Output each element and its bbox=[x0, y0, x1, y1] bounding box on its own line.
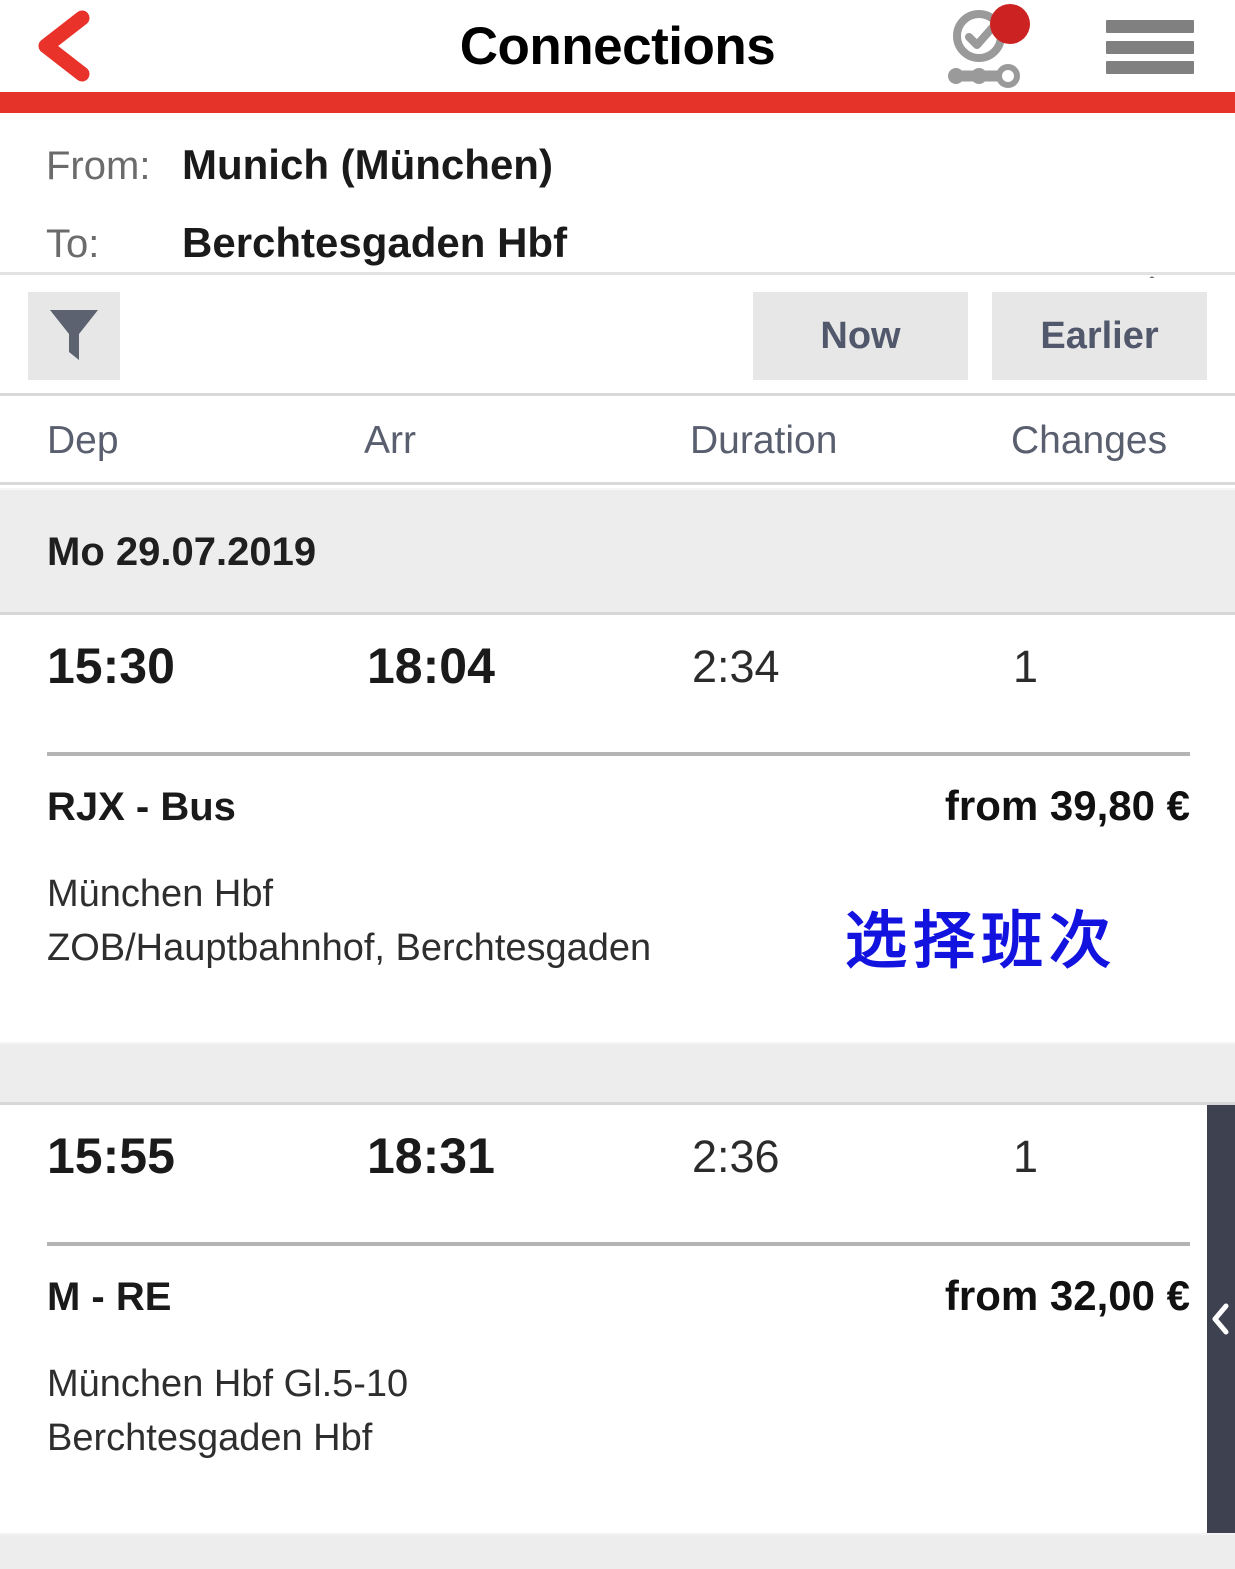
connection-price: from 32,00 € bbox=[944, 1272, 1190, 1319]
route-from-value: Munich (München) bbox=[182, 141, 553, 188]
bottom-separator bbox=[0, 1533, 1235, 1569]
app-header: Connections bbox=[0, 0, 1235, 92]
connection-times: 15:30 18:04 2:34 1 bbox=[0, 615, 1235, 735]
route-to-value: Berchtesgaden Hbf bbox=[182, 219, 568, 266]
chevron-left-icon bbox=[34, 10, 94, 82]
route-summary[interactable]: From: Munich (München) To: Berchtesgaden… bbox=[0, 113, 1235, 348]
now-button[interactable]: Now bbox=[753, 292, 968, 380]
connection-divider bbox=[47, 752, 1190, 756]
connection-duration: 2:34 bbox=[692, 641, 780, 692]
annotation-overlay: 选择班次 bbox=[845, 904, 1118, 977]
connection-destination-stop: Berchtesgaden Hbf bbox=[47, 1417, 373, 1459]
filter-funnel-icon bbox=[47, 304, 101, 369]
filter-button[interactable] bbox=[28, 292, 120, 380]
column-header-arr: Arr bbox=[364, 419, 416, 462]
earlier-button[interactable]: Earlier bbox=[992, 292, 1207, 380]
hamburger-menu-icon-bar3 bbox=[1106, 61, 1194, 74]
connection-origin-stop: München Hbf bbox=[47, 873, 274, 915]
hamburger-menu-icon-bar2 bbox=[1106, 40, 1194, 54]
connection-row[interactable]: 15:55 18:31 2:36 1 M - RE from 32,00 € M… bbox=[0, 1105, 1235, 1533]
connection-dep-time: 15:55 bbox=[47, 1128, 175, 1184]
connection-product: M - RE bbox=[47, 1275, 172, 1319]
hamburger-menu-icon bbox=[1106, 20, 1194, 33]
route-to-row[interactable]: To: Berchtesgaden Hbf bbox=[46, 219, 567, 267]
connection-product: RJX - Bus bbox=[47, 785, 236, 829]
journey-status-button[interactable] bbox=[932, 2, 1036, 90]
connection-dep-time: 15:30 bbox=[47, 638, 175, 694]
column-header-changes: Changes bbox=[1011, 419, 1168, 462]
route-to-label: To: bbox=[46, 222, 100, 266]
page-title: Connections bbox=[459, 16, 776, 76]
connection-arr-time: 18:04 bbox=[367, 638, 495, 694]
notification-badge-dot bbox=[990, 4, 1030, 44]
column-header-dep: Dep bbox=[47, 419, 119, 462]
date-group-header: Mo 29.07.2019 bbox=[0, 488, 1235, 615]
column-header-duration: Duration bbox=[690, 419, 838, 462]
route-from-label: From: bbox=[46, 144, 151, 188]
results-action-bar: Now Earlier bbox=[0, 278, 1235, 396]
connection-destination-stop: ZOB/Hauptbahnhof, Berchtesgaden bbox=[47, 927, 652, 969]
date-group-label: Mo 29.07.2019 bbox=[47, 530, 317, 574]
connection-changes: 1 bbox=[1013, 1131, 1039, 1182]
connection-times: 15:55 18:31 2:36 1 bbox=[0, 1105, 1235, 1225]
connection-separator bbox=[0, 1042, 1235, 1105]
results-column-headers: Dep Arr Duration Changes bbox=[0, 399, 1235, 485]
route-from-row[interactable]: From: Munich (München) bbox=[46, 141, 553, 189]
connection-changes: 1 bbox=[1013, 641, 1039, 692]
hamburger-menu-button[interactable] bbox=[1106, 16, 1198, 78]
accent-rule bbox=[0, 92, 1235, 113]
connection-divider bbox=[47, 1242, 1190, 1246]
connection-duration: 2:36 bbox=[692, 1131, 780, 1182]
connections-screen: Connections From: Munich (München) To: B… bbox=[0, 0, 1235, 1569]
side-drawer-handle[interactable] bbox=[1207, 1105, 1235, 1533]
back-button[interactable] bbox=[22, 8, 106, 84]
chevron-left-icon bbox=[1210, 1302, 1232, 1336]
connection-origin-stop: München Hbf Gl.5-10 bbox=[47, 1363, 409, 1405]
connection-arr-time: 18:31 bbox=[367, 1128, 495, 1184]
connection-price: from 39,80 € bbox=[944, 782, 1190, 829]
